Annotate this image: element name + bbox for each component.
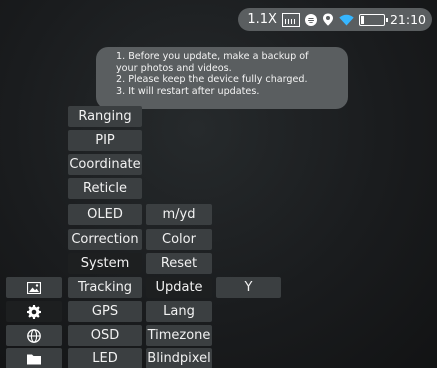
menu-item-coordinate[interactable]: Coordinate [68, 154, 142, 175]
notice-line: 3. It will restart after updates. [116, 85, 260, 97]
device-screen: 1.1X 21:10 1. Before you update, make a … [0, 0, 437, 368]
folder-icon [27, 354, 41, 364]
menu-item-led[interactable]: LED [68, 348, 142, 368]
menu-item-reset[interactable]: Reset [146, 253, 212, 274]
sidebar-image[interactable] [6, 277, 62, 298]
sidebar-folder[interactable] [6, 348, 62, 368]
zoom-level: 1.1X [247, 12, 277, 27]
menu-item-reticle[interactable]: Reticle [68, 178, 142, 199]
notice-line: 2. Please keep the device fully charged. [116, 74, 308, 86]
menu-item-blindpixel[interactable]: Blindpixel [146, 348, 212, 368]
menu-item-m-yd[interactable]: m/yd [146, 204, 212, 225]
battery-icon [358, 13, 388, 26]
menu-item-tracking[interactable]: Tracking [68, 277, 142, 298]
menu-item-pip[interactable]: PIP [68, 130, 142, 151]
location-icon [322, 13, 334, 26]
image-mode-icon [281, 12, 300, 27]
menu-item-system[interactable]: System [68, 253, 142, 274]
menu-item-oled[interactable]: OLED [68, 204, 142, 225]
menu-item-lang[interactable]: Lang [146, 301, 212, 322]
menu-item-update[interactable]: Update [146, 277, 212, 298]
settings-gear-icon [27, 304, 41, 319]
notice-line: 1. Before you update, make a backup of [116, 51, 309, 62]
wifi-icon [339, 14, 354, 26]
image-icon [27, 281, 41, 294]
menu-item-correction[interactable]: Correction [68, 229, 142, 250]
menu-item-osd[interactable]: OSD [68, 325, 142, 346]
menu-item-gps[interactable]: GPS [68, 301, 142, 322]
record-icon [304, 13, 317, 26]
menu-item-ranging[interactable]: Ranging [68, 106, 142, 127]
notice-line: your photos and videos. [116, 62, 232, 74]
menu-item-timezone[interactable]: Timezone [146, 325, 212, 346]
status-bar: 1.1X 21:10 [238, 8, 432, 31]
menu-item-color[interactable]: Color [146, 229, 212, 250]
menu-item-confirm-y[interactable]: Y [216, 277, 281, 298]
clock-time: 21:10 [389, 12, 426, 27]
sidebar-settings[interactable] [6, 301, 62, 322]
globe-icon [27, 328, 41, 343]
sidebar-globe[interactable] [6, 325, 62, 346]
update-notice: 1. Before you update, make a backup of y… [96, 47, 348, 109]
